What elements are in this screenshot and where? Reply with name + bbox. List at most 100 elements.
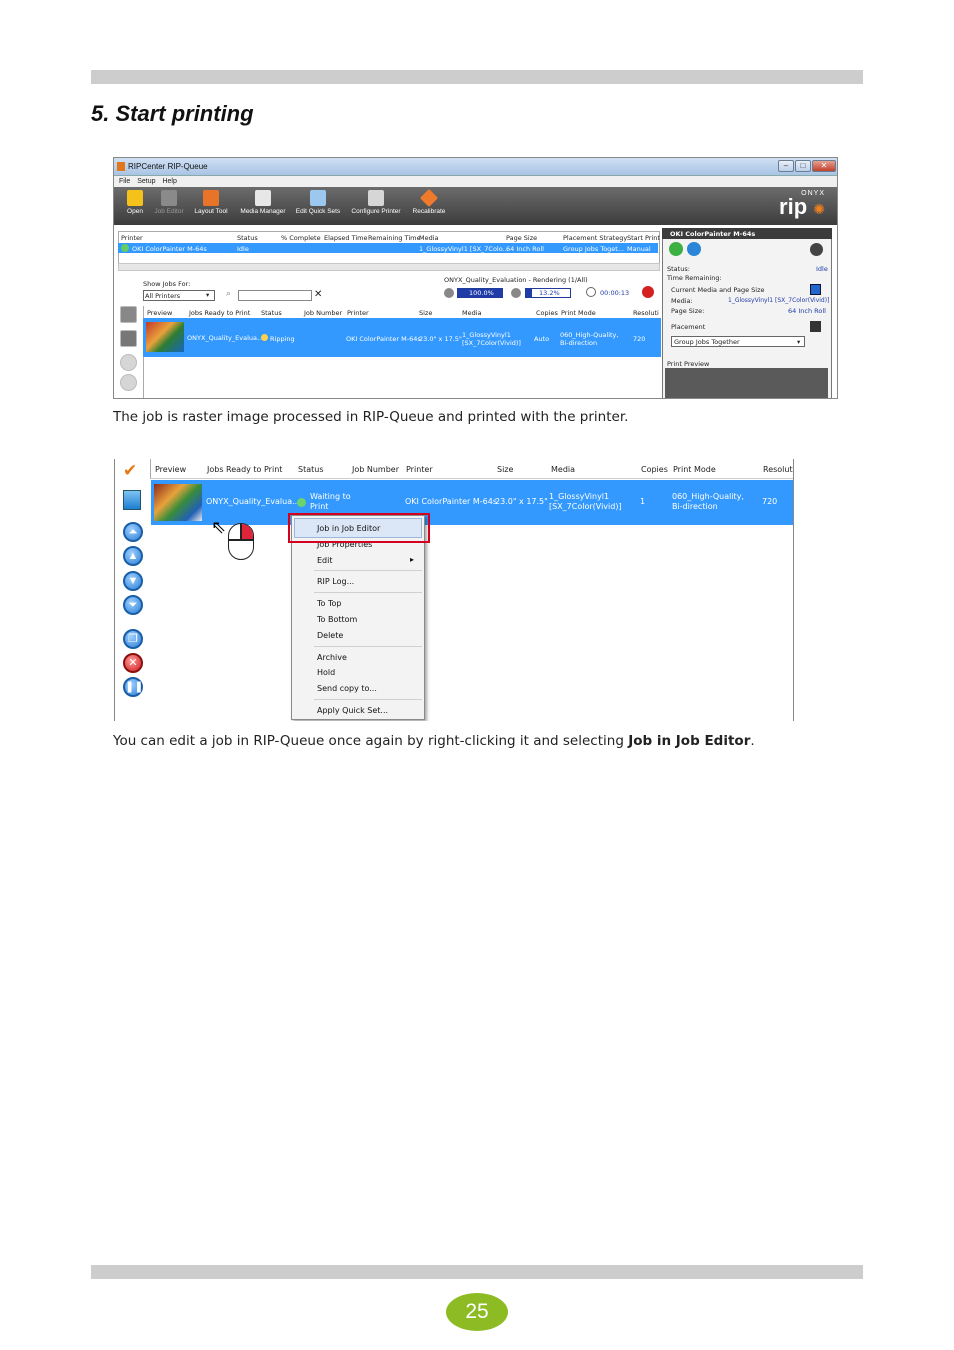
job-row-status: Ripping [270,335,295,343]
move-up-icon[interactable]: ▲ [123,546,143,566]
menu-file[interactable]: File [119,178,130,185]
bottom-rule [91,1265,863,1279]
s2-row-copies: 1 [640,497,646,506]
submenu-arrow-icon: ▸ [410,555,415,564]
job-thumbnail [154,484,202,521]
job-row-copies: Auto [534,335,550,343]
search-icon: ⌕ [226,289,232,299]
printer-row-name: OKI ColorPainter M-64s [132,245,207,253]
highlight-box [288,513,430,543]
onyx-rip-logo: ONYX rip ✺ [779,190,825,219]
menu-to-bottom[interactable]: To Bottom [317,615,357,624]
menu-separator [314,592,422,593]
move-down-icon[interactable]: ▼ [123,571,143,591]
layout-tool-icon [203,190,219,206]
printer-icon [368,190,384,206]
s2-col-number: Job Number [352,465,400,474]
printer-row-start: Manual [627,245,651,253]
printer-row-media: 1_GlossyVinyl1 [SX_7Colo... [419,245,509,253]
menu-to-top[interactable]: To Top [317,599,341,608]
layout-side-icon[interactable] [120,330,137,347]
maximize-button[interactable]: □ [795,160,811,172]
delete-icon[interactable]: ✕ [123,653,143,673]
stop-icon[interactable] [642,286,654,298]
side-page-size-label: Page Size: [671,307,705,315]
toolbar-media-manager-label: Media Manager [240,208,286,215]
menu-archive[interactable]: Archive [317,653,347,662]
job-editor-check-icon[interactable]: ✔ [123,462,143,480]
toolbar-job-editor-label: Job Editor [154,208,184,215]
job-editor-icon [161,190,177,206]
rip-queue-screenshot: RIPCenter RIP-Queue – □ ✕ File Setup Hel… [113,157,838,399]
close-button[interactable]: ✕ [812,160,836,172]
side-media-value: 1_GlossyVinyl1 [SX_7Color(Vivid)] [728,297,830,304]
job-col-status: Status [261,309,282,317]
toolbar-layout-tool[interactable]: Layout Tool [183,190,239,215]
menu-send-copy-to[interactable]: Send copy to... [317,684,377,693]
job-col-media: Media [462,309,482,317]
menu-edit[interactable]: Edit [317,556,333,565]
job-editor-side-icon[interactable] [120,306,137,323]
printer-status-icon [121,244,129,252]
menu-help[interactable]: Help [162,178,176,185]
toolbar-layout-tool-label: Layout Tool [194,208,228,215]
clock-icon [586,287,596,297]
job-row-resolution: 720 [633,335,646,343]
clear-search-icon[interactable]: ✕ [314,289,322,300]
move-to-top-icon[interactable]: ⏶ [123,522,143,542]
menu-setup[interactable]: Setup [137,178,155,185]
minimize-button[interactable]: – [778,160,794,172]
rendering-status: ONYX_Quality_Evaluation - Rendering (1/A… [444,276,588,284]
move-top-icon[interactable] [120,354,137,371]
edit-printer-icon[interactable] [810,243,823,256]
menu-hold[interactable]: Hold [317,668,335,677]
message-icon[interactable] [687,242,701,256]
move-to-bottom-icon[interactable]: ⏷ [123,595,143,615]
job-col-printer: Printer [347,309,369,317]
caption-2: You can edit a job in RIP-Queue once aga… [113,733,755,749]
col-remaining: Remaining Time [368,234,421,242]
context-menu: Job in Job Editor Job Properties Edit ▸ … [291,515,425,720]
job-col-copies: Copies [536,309,558,317]
toolbar-configure-printer-label: Configure Printer [351,208,401,215]
horizontal-scrollbar[interactable] [118,263,660,271]
copy-icon[interactable]: ❐ [123,629,143,649]
side-time-remaining: Time Remaining: [667,274,722,282]
quick-sets-icon [310,190,326,206]
rip-progress-text: 100.0% [469,289,494,297]
menu-delete[interactable]: Delete [317,631,343,640]
job-col-number: Job Number [304,309,343,317]
show-jobs-value: All Printers [145,292,181,300]
s2-row-status-2: Print [310,502,329,511]
page-number-badge: 25 [446,1293,508,1331]
toolbar-edit-quick-sets[interactable]: Edit Quick Sets [290,190,346,215]
toolbar-recalibrate[interactable]: Recalibrate [401,188,457,215]
layout-icon[interactable] [123,490,141,510]
pause-icon[interactable]: ❚❚ [123,677,143,697]
menu-rip-log[interactable]: RIP Log... [317,577,354,586]
col-media: Media [419,234,439,242]
job-col-name: Jobs Ready to Print [189,309,251,317]
window-title: RIPCenter RIP-Queue [128,162,208,171]
printer-row-status: Idle [237,245,249,253]
search-input[interactable] [238,290,312,301]
s2-col-status: Status [298,465,324,474]
job-row-media-2: [SX_7Color(Vivid)] [462,339,521,347]
power-icon[interactable] [669,242,683,256]
placement-settings-icon[interactable] [810,321,821,332]
s2-row-mode-2: Bi-direction [672,502,718,511]
caption-1: The job is raster image processed in RIP… [113,409,629,425]
s2-col-preview: Preview [155,465,187,474]
toolbar-configure-printer[interactable]: Configure Printer [348,190,404,215]
move-up-icon[interactable] [120,374,137,391]
s2-col-resolution: Resoluti [763,465,794,474]
print-progress-fill [526,289,532,297]
menu-apply-quick-set[interactable]: Apply Quick Set... [317,706,388,715]
printer-row-placement: Group Jobs Toget... [563,245,625,253]
window-titlebar: RIPCenter RIP-Queue – □ ✕ [114,158,837,176]
print-preview-area [665,368,828,398]
toolbar-media-manager[interactable]: Media Manager [235,190,291,215]
media-settings-icon[interactable] [810,284,821,295]
chevron-down-icon: ▾ [206,291,210,299]
job-row-printer: OKI ColorPainter M-64s [346,335,421,343]
